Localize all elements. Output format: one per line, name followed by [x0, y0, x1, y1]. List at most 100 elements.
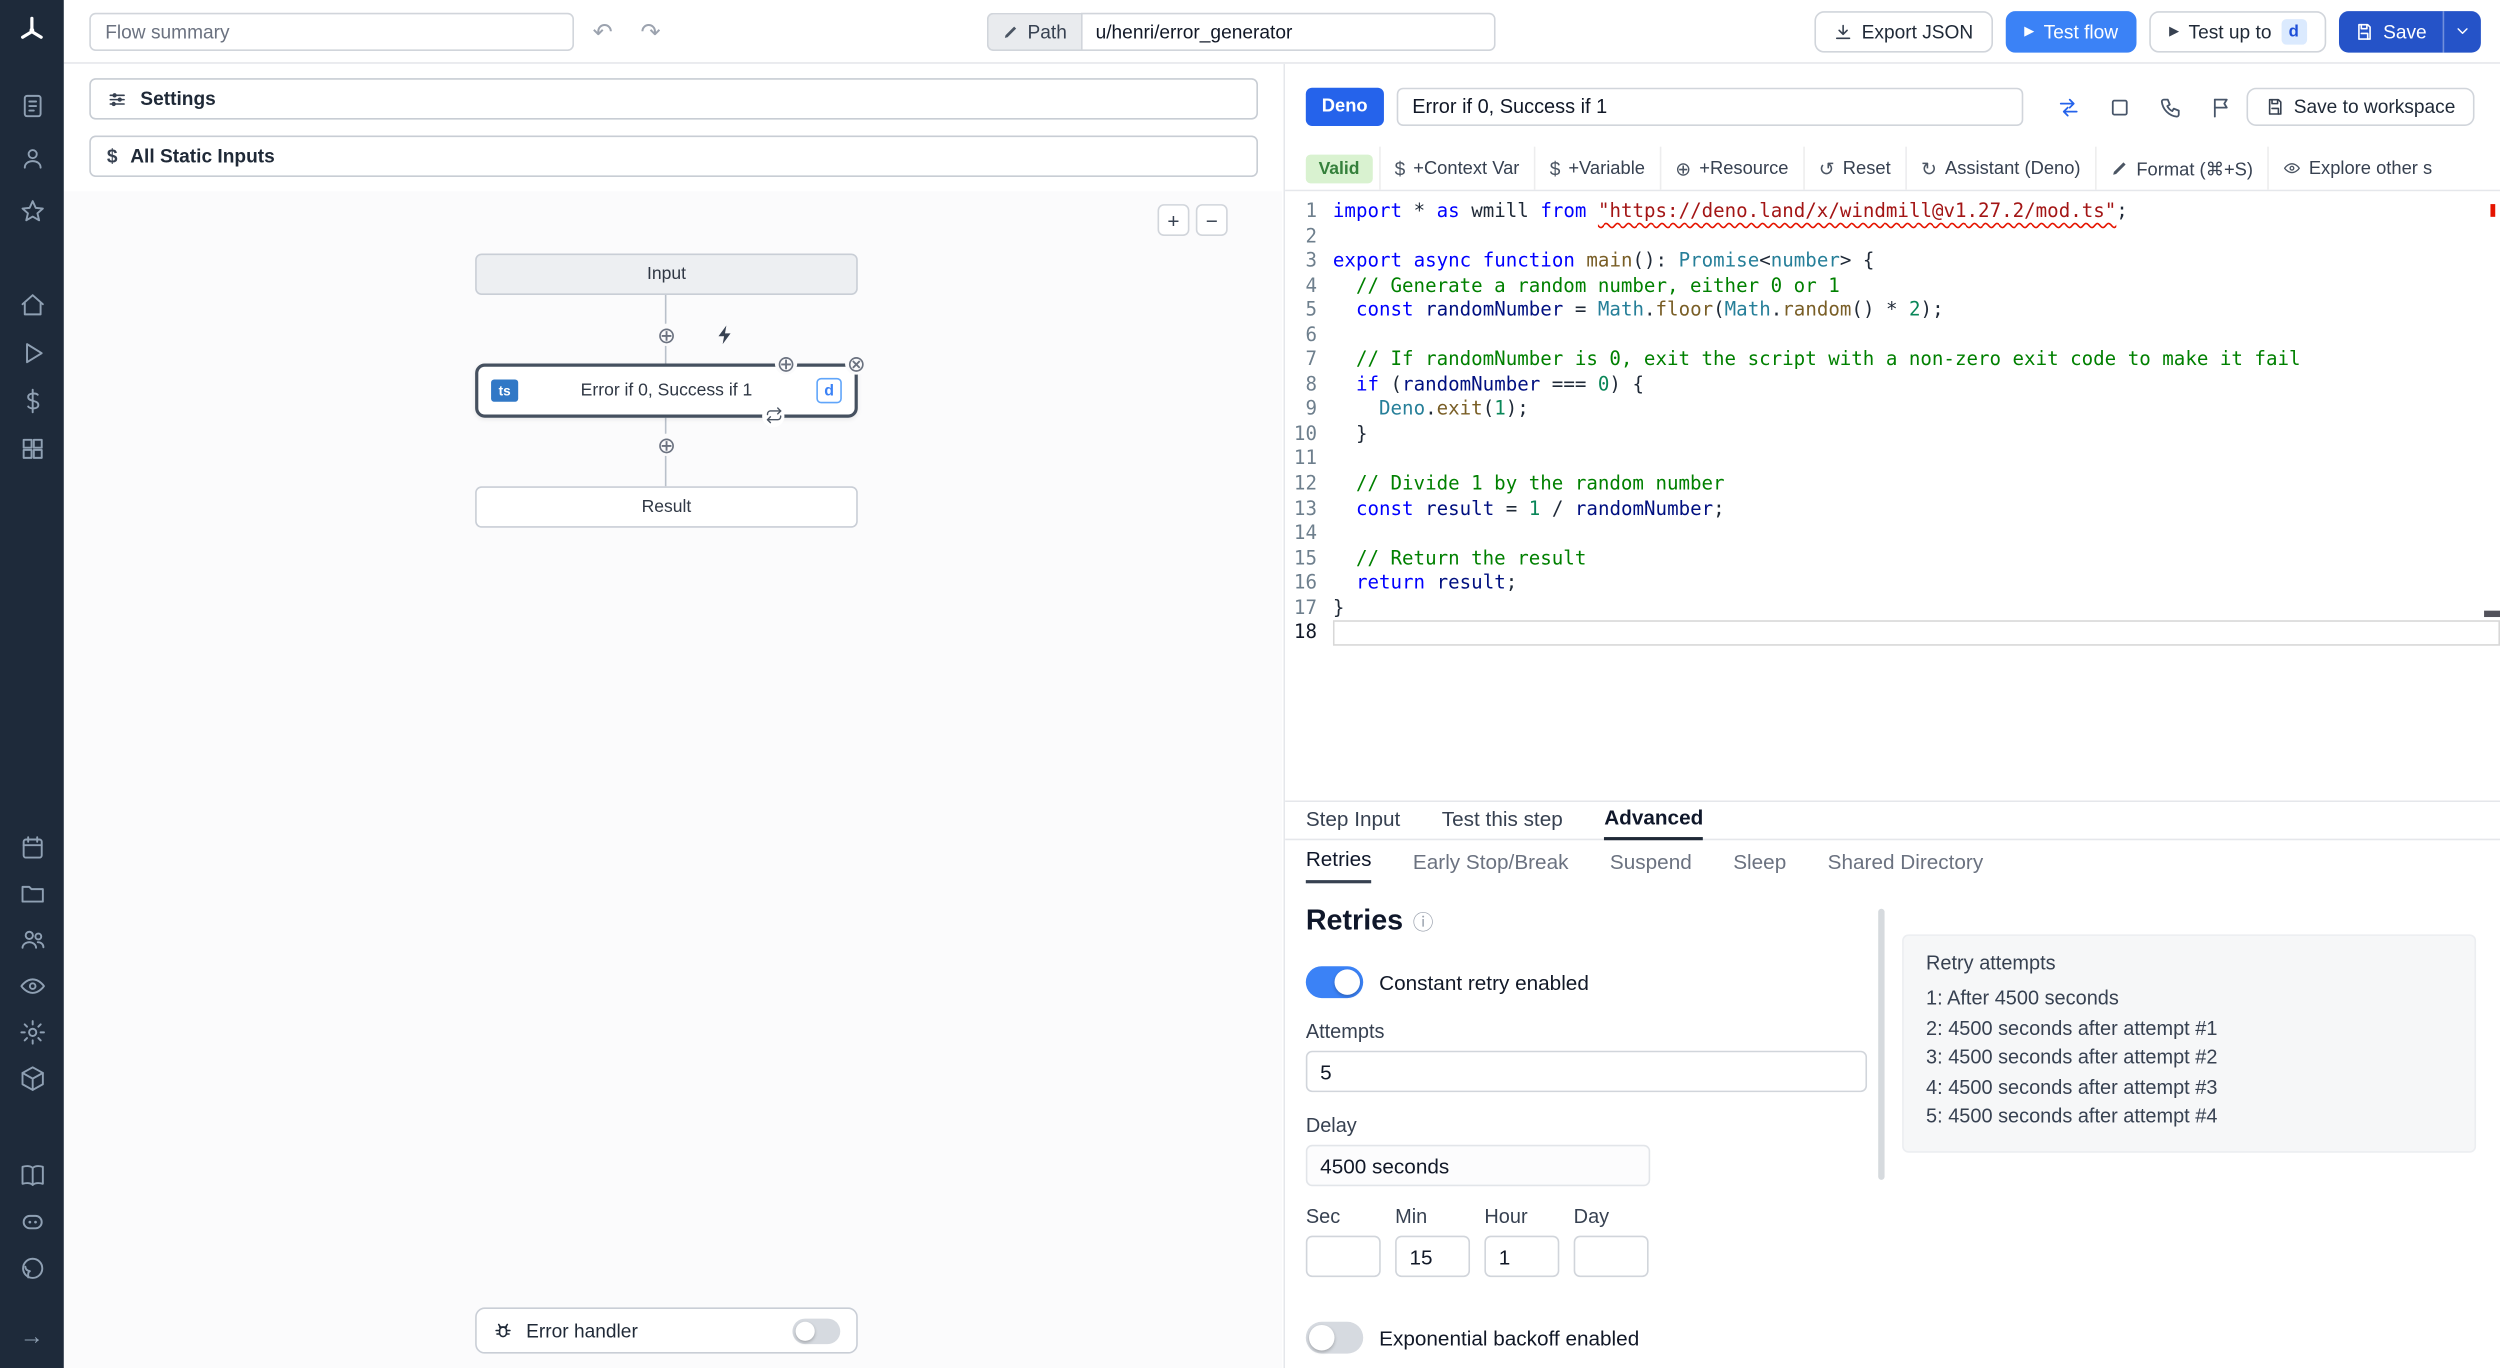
node-delete-icon[interactable]: ⊗ — [845, 352, 868, 375]
add-variable-button[interactable]: $ +Variable — [1533, 146, 1660, 190]
code-line[interactable]: // Divide 1 by the random number — [1333, 472, 2500, 497]
package-icon[interactable] — [11, 1059, 52, 1097]
tab-early-stop-break[interactable]: Early Stop/Break — [1413, 850, 1569, 883]
tab-step-input[interactable]: Step Input — [1306, 807, 1401, 839]
windmill-logo[interactable] — [16, 14, 48, 51]
format-button[interactable]: Format (⌘+S) — [2094, 146, 2267, 190]
static-inputs-button[interactable]: $ All Static Inputs — [89, 135, 1258, 177]
play-icon[interactable] — [11, 333, 52, 371]
github-icon[interactable] — [11, 1248, 52, 1286]
panel-icon[interactable] — [2107, 95, 2131, 119]
bolt-icon[interactable] — [714, 324, 736, 346]
step-title-input[interactable] — [1396, 87, 2023, 126]
test-flow-button[interactable]: ▶ Test flow — [2005, 10, 2138, 52]
code-line[interactable]: } — [1333, 422, 2500, 447]
constant-retry-toggle[interactable] — [1305, 966, 1364, 999]
add-context-var-button[interactable]: $ +Context Var — [1378, 146, 1534, 190]
code-gutter: 1 2 3 4 5 6 7 8 9 10 11 12 13 14 15 16 17 18 — [1293, 199, 1317, 644]
folder-icon[interactable] — [11, 874, 52, 912]
settings-button[interactable]: Settings — [89, 78, 1258, 120]
test-up-to-button[interactable]: ▶ Test up to d — [2149, 10, 2326, 52]
code-line[interactable]: const randomNumber = Math.floor(Math.ran… — [1333, 298, 2500, 323]
tab-shared-directory[interactable]: Shared Directory — [1828, 850, 1984, 883]
code-line[interactable] — [1333, 323, 2500, 348]
node-add-icon[interactable]: ⊕ — [774, 352, 798, 375]
tab-suspend[interactable]: Suspend — [1610, 850, 1692, 883]
min-input[interactable] — [1395, 1235, 1471, 1278]
code-line[interactable]: } — [1333, 596, 2500, 621]
tab-retries[interactable]: Retries — [1305, 847, 1372, 884]
attempts-input[interactable] — [1305, 1050, 1868, 1093]
code-line[interactable] — [1333, 447, 2500, 472]
assistant-button[interactable]: ↻ Assistant (Deno) — [1905, 146, 2095, 190]
error-handler-toggle[interactable] — [792, 1317, 841, 1344]
sync-icon[interactable] — [2056, 95, 2080, 119]
dollar-icon: $ — [106, 145, 118, 168]
gear-icon[interactable] — [11, 1012, 52, 1050]
code-line[interactable]: // If randomNumber is 0, exit the script… — [1333, 348, 2500, 373]
retries-panel: Retries ⓘ Constant retry enabled Attempt… — [1285, 883, 2500, 1368]
save-dropdown-button[interactable] — [2442, 10, 2481, 52]
home-icon[interactable] — [11, 285, 52, 323]
code-line[interactable]: Deno.exit(1); — [1333, 398, 2500, 423]
code-editor[interactable]: 1 2 3 4 5 6 7 8 9 10 11 12 13 14 15 16 17 18 import * as … — [1285, 191, 2500, 801]
code-line[interactable]: import * as wmill from "https://deno.lan… — [1333, 199, 2500, 224]
test-up-to-step-badge: d — [2281, 18, 2307, 44]
user-icon[interactable] — [11, 139, 52, 177]
tab-sleep[interactable]: Sleep — [1733, 850, 1786, 883]
reset-button[interactable]: ↺ Reset — [1802, 146, 1905, 190]
phone-icon[interactable] — [2158, 95, 2182, 119]
delay-input[interactable] — [1305, 1144, 1651, 1187]
explore-scripts-button[interactable]: Explore other s — [2267, 146, 2446, 190]
grid-icon[interactable] — [11, 429, 52, 467]
tab-advanced[interactable]: Advanced — [1604, 805, 1704, 841]
save-button[interactable]: Save — [2338, 10, 2442, 51]
undo-button[interactable]: ↶ — [584, 12, 622, 50]
path-input[interactable] — [1081, 11, 1496, 51]
redo-button[interactable]: ↷ — [631, 12, 669, 50]
code-line[interactable]: if (randomNumber === 0) { — [1333, 373, 2500, 398]
exponential-backoff-toggle[interactable] — [1305, 1321, 1364, 1354]
code-line[interactable]: // Return the result — [1333, 546, 2500, 571]
dollar-icon[interactable] — [11, 381, 52, 419]
flow-summary-input[interactable] — [89, 11, 574, 51]
zoom-in-button[interactable]: + — [1157, 204, 1190, 236]
flow-canvas[interactable]: + − ⊕ ⊕ Input ts Error if 0, Success if … — [63, 191, 1282, 1368]
flag-icon[interactable] — [2209, 95, 2233, 119]
code-line[interactable] — [1333, 224, 2500, 249]
collapse-sidebar-icon[interactable]: → — [11, 1317, 52, 1355]
error-handler[interactable]: Error handler — [475, 1307, 858, 1354]
hour-input[interactable] — [1484, 1235, 1560, 1278]
users-icon[interactable] — [11, 920, 52, 958]
code-line[interactable]: return result; — [1333, 571, 2500, 596]
code-line[interactable]: // Generate a random number, either 0 or… — [1333, 274, 2500, 299]
result-node[interactable]: Result — [475, 486, 858, 528]
code-area[interactable]: import * as wmill from "https://deno.lan… — [1332, 199, 2500, 800]
save-to-workspace-button[interactable]: Save to workspace — [2245, 87, 2475, 126]
delay-time-fields: Sec Min Hour Day — [1305, 1205, 1880, 1278]
code-line[interactable] — [1332, 620, 2500, 646]
step-node[interactable]: ts Error if 0, Success if 1 d ⊕ ⊗ — [475, 352, 868, 428]
tab-test-this-step[interactable]: Test this step — [1442, 807, 1563, 839]
discord-icon[interactable] — [11, 1202, 52, 1240]
calendar-icon[interactable] — [11, 827, 52, 865]
clipboard-icon[interactable] — [11, 86, 52, 124]
code-line[interactable]: export async function main(): Promise<nu… — [1333, 249, 2500, 274]
add-resource-button[interactable]: ⊕ +Resource — [1659, 146, 1802, 190]
sec-input[interactable] — [1305, 1235, 1381, 1278]
insert-step-button[interactable]: ⊕ — [655, 433, 678, 456]
insert-step-button[interactable]: ⊕ — [655, 323, 678, 346]
star-icon[interactable] — [11, 191, 52, 229]
retry-attempts-summary: Retry attempts 1: After 4500 seconds 2: … — [1902, 934, 2477, 1152]
eye-icon[interactable] — [11, 966, 52, 1004]
panel-scrollbar[interactable] — [1878, 908, 1885, 1180]
zoom-out-button[interactable]: − — [1195, 204, 1228, 236]
code-line[interactable] — [1333, 522, 2500, 547]
export-json-button[interactable]: Export JSON — [1813, 10, 1993, 52]
info-icon[interactable]: ⓘ — [1413, 905, 1434, 935]
code-line[interactable]: const result = 1 / randomNumber; — [1333, 497, 2500, 522]
book-icon[interactable] — [11, 1156, 52, 1194]
day-input[interactable] — [1573, 1235, 1649, 1278]
language-badge: Deno — [1305, 87, 1384, 126]
input-node[interactable]: Input — [475, 253, 858, 295]
